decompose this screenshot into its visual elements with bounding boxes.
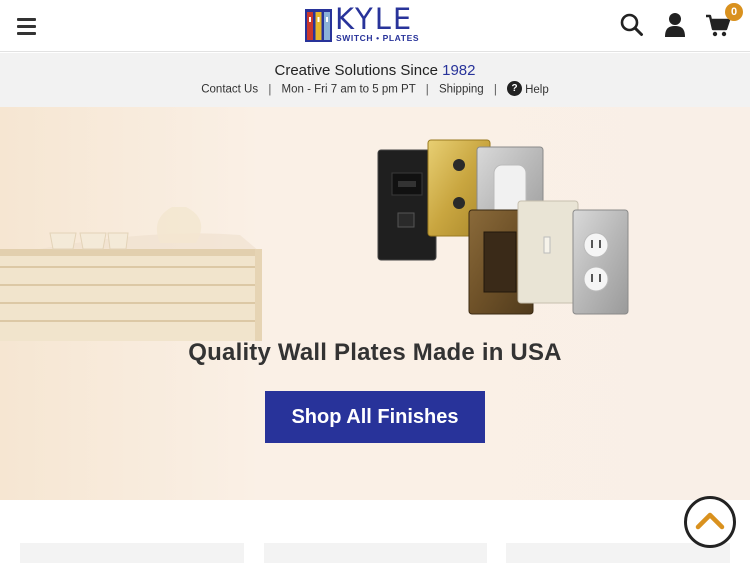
search-icon[interactable] bbox=[619, 12, 645, 38]
category-card[interactable] bbox=[506, 543, 730, 563]
logo-subtitle: SWITCH • PLATES bbox=[336, 33, 420, 43]
help-label: Help bbox=[525, 83, 549, 96]
hero-banner: Quality Wall Plates Made in USA Shop All… bbox=[0, 107, 750, 500]
account-icon[interactable] bbox=[663, 12, 689, 38]
info-bar: Creative Solutions Since 1982 Contact Us… bbox=[0, 53, 750, 107]
shipping-link[interactable]: Shipping bbox=[439, 84, 484, 96]
separator: | bbox=[268, 83, 272, 96]
shop-all-finishes-button[interactable]: Shop All Finishes bbox=[265, 391, 485, 443]
menu-icon[interactable] bbox=[17, 17, 36, 35]
help-icon: ? bbox=[507, 81, 523, 96]
info-links: Contact Us | Mon - Fri 7 am to 5 pm PT |… bbox=[0, 81, 750, 96]
category-card[interactable] bbox=[20, 543, 244, 563]
separator: | bbox=[493, 83, 497, 96]
cart-button[interactable]: 0 bbox=[705, 3, 743, 38]
scroll-to-top-button[interactable] bbox=[684, 496, 736, 548]
category-card[interactable] bbox=[264, 543, 487, 563]
tagline-year: 1982 bbox=[442, 62, 476, 79]
site-logo[interactable]: KYLE SWITCH • PLATES bbox=[305, 4, 446, 44]
hero-title: Quality Wall Plates Made in USA bbox=[188, 339, 562, 366]
logo-mark-icon bbox=[305, 9, 332, 42]
logo-wordmark: KYLE bbox=[335, 2, 414, 36]
tagline: Creative Solutions Since 1982 bbox=[0, 62, 750, 79]
business-hours: Mon - Fri 7 am to 5 pm PT bbox=[281, 83, 416, 96]
tagline-text: Creative Solutions Since bbox=[274, 62, 443, 79]
site-header: KYLE SWITCH • PLATES 0 bbox=[0, 0, 750, 52]
contact-us-link[interactable]: Contact Us bbox=[201, 84, 258, 96]
chevron-up-icon bbox=[695, 512, 725, 530]
help-link[interactable]: ? Help bbox=[507, 81, 549, 96]
cart-count-badge: 0 bbox=[725, 3, 743, 21]
separator: | bbox=[425, 83, 429, 96]
